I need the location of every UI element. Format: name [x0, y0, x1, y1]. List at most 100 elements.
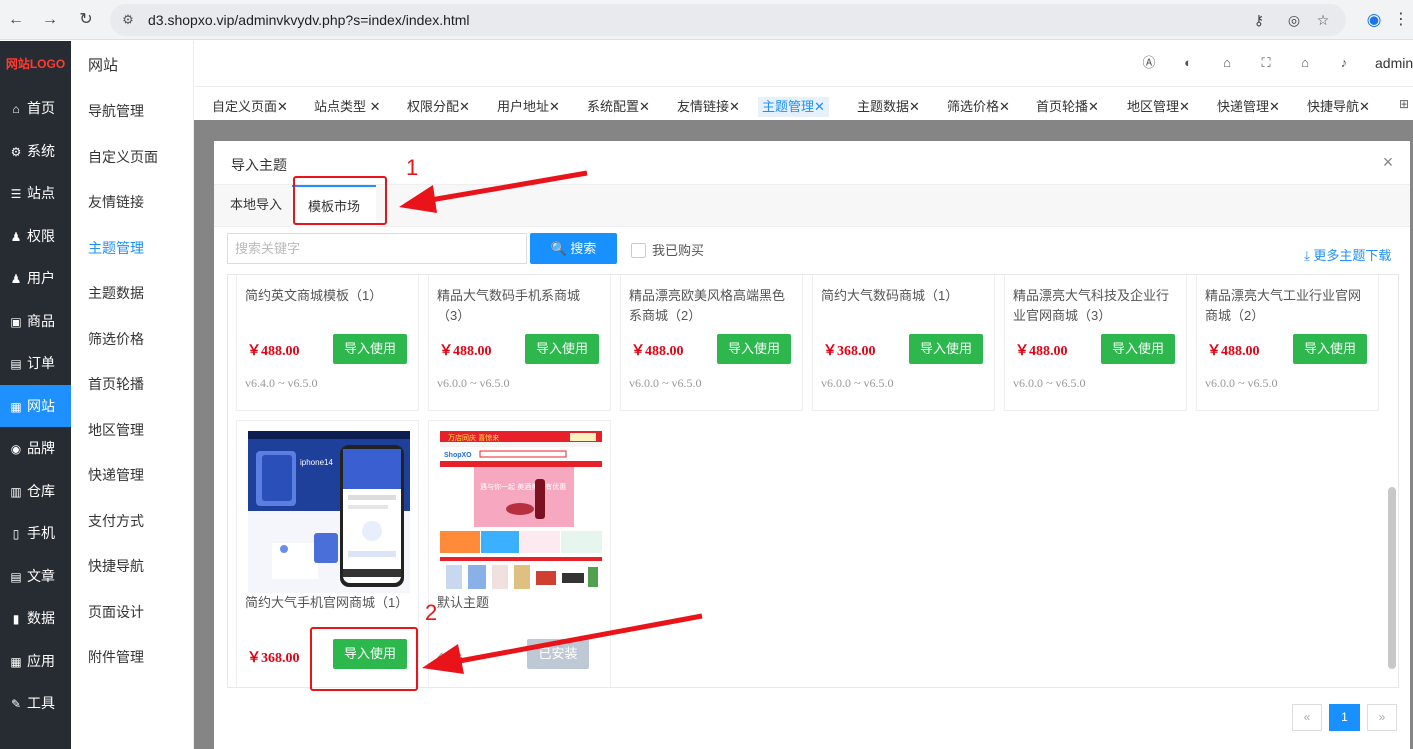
theme-price: ￥368.00 — [823, 344, 876, 359]
theme-price: ￥488.00 — [247, 344, 300, 359]
theme-name: 精品漂亮欧美风格高端黑色系商城（2） — [629, 288, 786, 323]
submenu-item[interactable]: 友情链接 — [88, 192, 144, 212]
modal-tabbar: 本地导入 模板市场 — [214, 184, 1410, 227]
site-info-icon[interactable]: ⚙ — [118, 10, 138, 30]
mobile-icon: ▯ — [12, 527, 20, 541]
font-icon[interactable]: Ⓐ — [1140, 54, 1158, 72]
submenu-item[interactable]: 自定义页面 — [88, 147, 158, 167]
page-tab[interactable]: 友情链接✕ — [673, 97, 744, 117]
sidebar-item[interactable]: ▤ 订单 — [0, 342, 71, 384]
user-icon: ♟ — [10, 272, 22, 286]
page-tab[interactable]: 主题管理✕ — [758, 97, 829, 117]
import-button[interactable]: 导入使用 — [1101, 334, 1175, 364]
address-bar[interactable]: ⚙ d3.shopxo.vip/adminvkvydv.php?s=index/… — [110, 4, 1346, 36]
submenu-item[interactable]: 快捷导航 — [88, 556, 144, 576]
bought-checkbox[interactable]: 我已购买 — [631, 240, 704, 259]
sidebar-item[interactable]: ▤ 文章 — [0, 555, 71, 597]
theme-price: ￥368.00 — [247, 651, 300, 666]
sidebar-item[interactable]: ☰ 站点 — [0, 172, 71, 214]
page-tab[interactable]: 地区管理✕ — [1123, 97, 1194, 117]
submenu-item[interactable]: 快递管理 — [88, 465, 144, 485]
page-tab[interactable]: 筛选价格✕ — [943, 97, 1014, 117]
sidebar-item[interactable]: ▥ 仓库 — [0, 470, 71, 512]
submenu-item[interactable]: 筛选价格 — [88, 329, 144, 349]
palette-icon[interactable]: ◐ — [1179, 54, 1197, 72]
page-tab[interactable]: 权限分配✕ — [403, 97, 474, 117]
url-text[interactable]: d3.shopxo.vip/adminvkvydv.php?s=index/in… — [148, 4, 470, 36]
theme-name: 简约大气数码商城（1） — [821, 288, 959, 303]
sidebar-item[interactable]: ▮ 数据 — [0, 597, 71, 639]
grid-scrollbar[interactable] — [1388, 487, 1396, 669]
checkbox-icon[interactable] — [631, 243, 646, 258]
tabs-grid-icon[interactable]: ⊞ — [1399, 97, 1409, 111]
reload-icon[interactable]: ↻ — [72, 6, 100, 34]
sidebar-item[interactable]: ⚙ 系统 — [0, 130, 71, 172]
theme-price: ￥488.00 — [439, 344, 492, 359]
more-themes-download-link[interactable]: ⤓ 更多主题下载 — [1304, 245, 1391, 264]
sidebar-item-label: 仓库 — [27, 482, 55, 499]
key-icon[interactable]: ⚷ — [1248, 10, 1270, 30]
import-button[interactable]: 导入使用 — [1293, 334, 1367, 364]
sidebar-item[interactable]: ♟ 权限 — [0, 215, 71, 257]
theme-price: ￥488.00 — [631, 344, 684, 359]
sidebar-item-label: 工具 — [27, 695, 55, 711]
pagination-next[interactable]: » — [1367, 704, 1397, 731]
admin-user[interactable]: admin — [1375, 55, 1413, 71]
import-button[interactable]: 导入使用 — [909, 334, 983, 364]
pagination-current[interactable]: 1 — [1329, 704, 1360, 731]
theme-price: ￥488.00 — [1015, 344, 1068, 359]
sidebar-item[interactable]: ▣ 商品 — [0, 300, 71, 342]
theme-card: 精品大气数码手机系商城（3） ￥488.00 导入使用 v6.0.0 ~ v6.… — [428, 275, 611, 411]
more-icon[interactable]: ⋮ — [1392, 6, 1410, 34]
pagination-prev[interactable]: « — [1292, 704, 1322, 731]
sidebar-item[interactable]: ▯ 手机 — [0, 512, 71, 554]
submenu-item[interactable]: 导航管理 — [88, 101, 144, 121]
back-icon[interactable]: ← — [2, 6, 30, 34]
import-button[interactable]: 导入使用 — [333, 334, 407, 364]
sidebar-item[interactable]: ♟ 用户 — [0, 257, 71, 299]
sidebar-item[interactable]: ⌂ 首页 — [0, 87, 71, 129]
sidebar-item[interactable]: ◉ 品牌 — [0, 427, 71, 469]
theme-version: v6.0.0 ~ v6.5.0 — [1013, 376, 1086, 390]
sidebar-item[interactable]: ▦ 网站 — [0, 384, 71, 427]
sidebar-item[interactable]: ▦ 应用 — [0, 640, 71, 682]
import-button[interactable]: 导入使用 — [525, 334, 599, 364]
page-tab[interactable]: 站点类型 ✕ — [310, 97, 385, 117]
submenu-item[interactable]: 页面设计 — [88, 602, 144, 622]
search-input[interactable] — [227, 233, 527, 264]
submenu-item[interactable]: 地区管理 — [88, 420, 144, 440]
fullscreen-icon[interactable]: ⛶ — [1257, 54, 1275, 72]
page-tab[interactable]: 主题数据✕ — [853, 97, 924, 117]
theme-version: v6.0.0 ~ v6.5.0 — [1205, 376, 1278, 390]
bell-icon[interactable]: ♪ — [1335, 54, 1353, 72]
submenu-item[interactable]: 主题数据 — [88, 283, 144, 303]
page-tab[interactable]: 快递管理✕ — [1213, 97, 1284, 117]
sidebar-item[interactable]: ✎ 工具 — [0, 682, 71, 724]
page-tab[interactable]: 首页轮播✕ — [1032, 97, 1103, 117]
theme-version: v6.0.0 ~ v6.5.0 — [821, 376, 894, 390]
eye-off-icon[interactable]: ◎ — [1283, 10, 1305, 30]
tab-local-import[interactable]: 本地导入 — [214, 185, 298, 227]
page-tab[interactable]: 快捷导航✕ — [1303, 97, 1374, 117]
forward-icon[interactable]: → — [36, 6, 64, 34]
theme-name: 精品漂亮大气科技及企业行业官网商城（3） — [1013, 288, 1170, 323]
annotation-arrow-2 — [422, 613, 703, 674]
close-icon[interactable]: × — [1378, 151, 1398, 173]
bank-icon[interactable]: ⌂ — [1218, 54, 1236, 72]
page-tab[interactable]: 系统配置✕ — [583, 97, 654, 117]
submenu-item[interactable]: 首页轮播 — [88, 374, 144, 394]
page-tab[interactable]: 用户地址✕ — [493, 97, 564, 117]
sidebar-item-label: 用户 — [27, 270, 55, 286]
submenu-item[interactable]: 附件管理 — [88, 647, 144, 667]
star-icon[interactable]: ☆ — [1312, 10, 1334, 30]
theme-card: 简约大气数码商城（1） ￥368.00 导入使用 v6.0.0 ~ v6.5.0 — [812, 275, 995, 411]
home-icon[interactable]: ⌂ — [1296, 54, 1314, 72]
search-button[interactable]: 🔍 搜索 — [530, 233, 617, 264]
site-logo: 网站LOGO — [5, 57, 66, 71]
theme-version: v6.0.0 ~ v6.5.0 — [437, 376, 510, 390]
page-tab[interactable]: 自定义页面✕ — [208, 97, 292, 117]
profile-icon[interactable]: ◉ — [1360, 6, 1388, 34]
import-button[interactable]: 导入使用 — [717, 334, 791, 364]
submenu-item[interactable]: 主题管理 — [88, 238, 144, 258]
submenu-item[interactable]: 支付方式 — [88, 511, 144, 531]
